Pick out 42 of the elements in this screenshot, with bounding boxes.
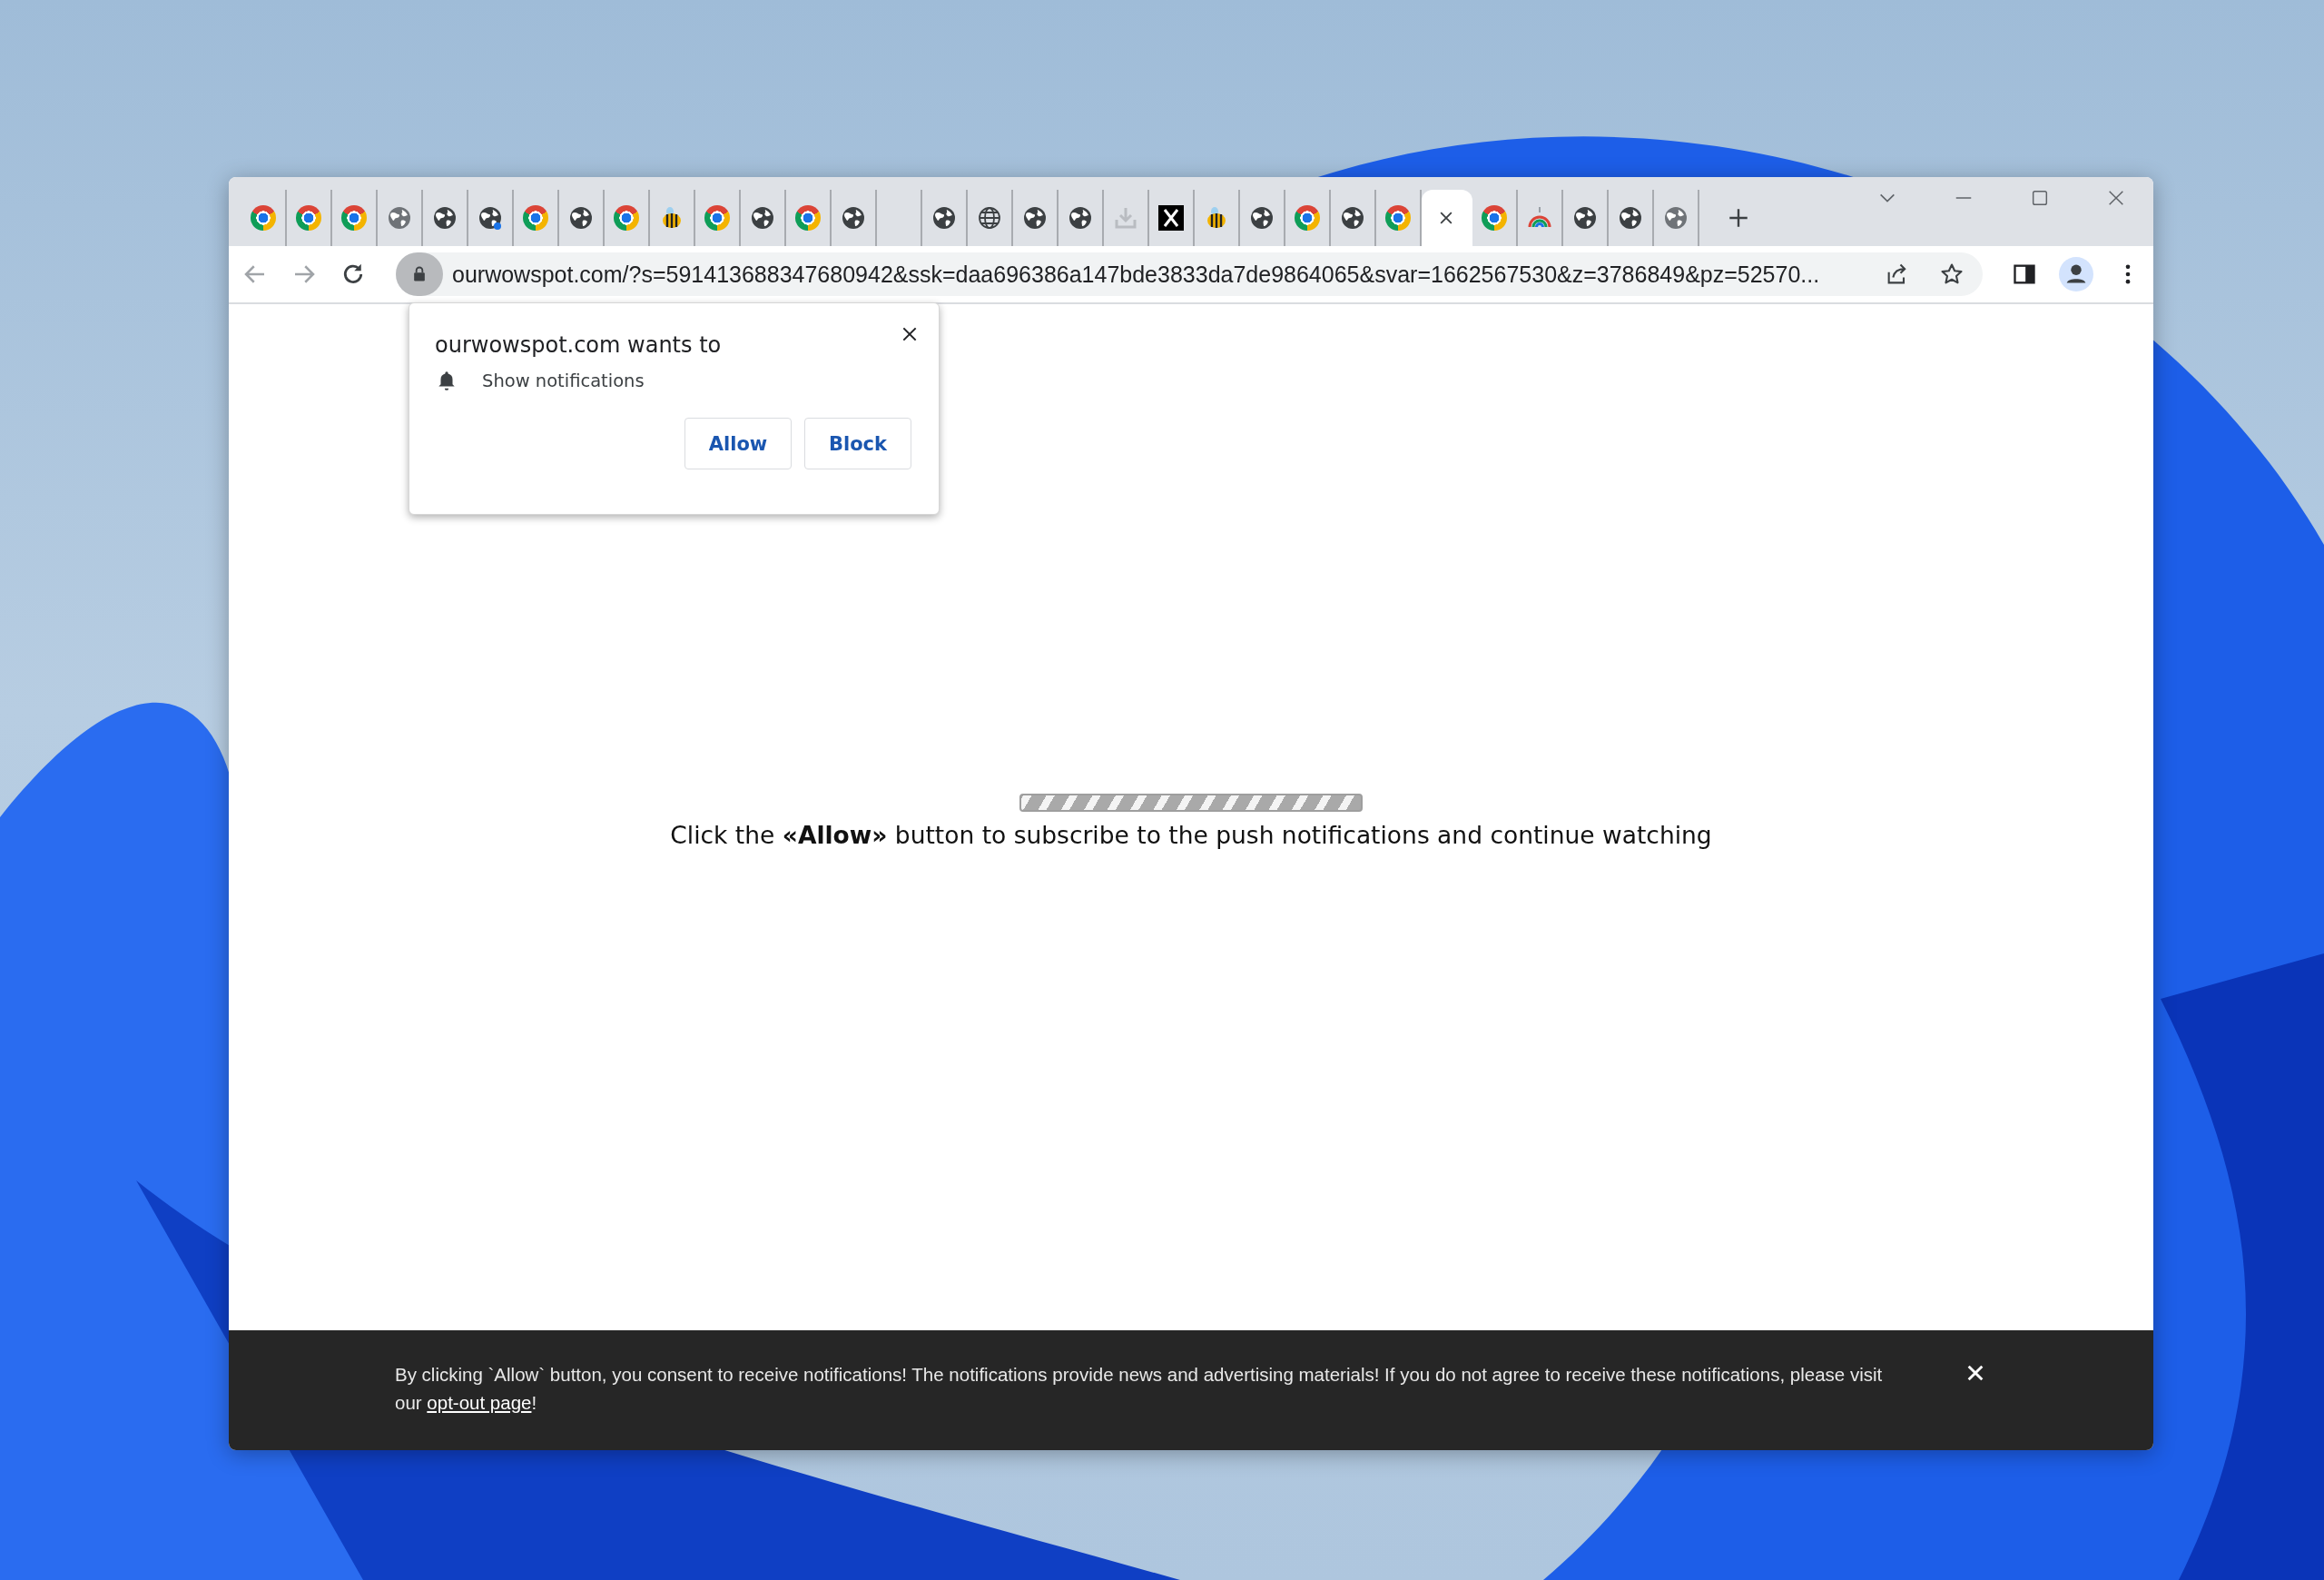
chrome-logo-icon (251, 205, 276, 231)
close-icon[interactable] (1965, 1363, 1985, 1383)
globe-icon (1249, 205, 1275, 231)
globe-icon (478, 205, 503, 231)
globe-icon (1340, 205, 1365, 231)
popup-title: ourwowspot.com wants to (435, 332, 722, 358)
globe-icon (1022, 205, 1048, 231)
globe-icon (1618, 205, 1643, 231)
globe-icon (841, 205, 866, 231)
new-tab-icon[interactable] (1727, 206, 1750, 230)
instruction-text: Click the «Allow» button to subscribe to the push notifications and continue watching (670, 820, 1712, 849)
chrome-logo-icon (1385, 205, 1411, 231)
globe-icon (931, 205, 957, 231)
permission-label: Show notifications (482, 370, 645, 391)
globe-icon (387, 205, 412, 231)
globe-icon (432, 205, 458, 231)
chrome-logo-icon (795, 205, 821, 231)
chrome-logo-icon (614, 205, 639, 231)
globe-icon (750, 205, 775, 231)
address-bar[interactable]: ourwowspot.com/?s=591413688347680942&ssk=daa696386a147bde3833da7de9864065&svar=1662567530&z=3786849&pz=52570... (396, 252, 1983, 296)
block-button[interactable]: Block (804, 418, 911, 469)
lock-icon[interactable] (396, 252, 443, 296)
globe-icon (1572, 205, 1598, 231)
consent-text: By clicking `Allow` button, you consent to receive notifications! The notifications provide news and advertising materials! If you do not agree to receive these notifications, please visit our opt-out page! (395, 1363, 1884, 1415)
allow-button[interactable]: Allow (684, 418, 792, 469)
chrome-logo-icon (1482, 205, 1507, 231)
download-icon (1113, 205, 1138, 231)
chrome-logo-icon (1295, 205, 1320, 231)
chrome-logo-icon (341, 205, 367, 231)
chrome-logo-icon (704, 205, 730, 231)
x-logo-icon (1158, 205, 1184, 231)
opt-out-link[interactable]: opt-out page (427, 1392, 532, 1413)
wireframe-globe-icon (977, 205, 1002, 231)
url-text: ourwowspot.com/?s=591413688347680942&ssk=daa696386a147bde3833da7de9864065&svar=1662567530&z=3786849&pz=52570... (452, 261, 1821, 288)
globe-icon (568, 205, 594, 231)
chrome-logo-icon (523, 205, 548, 231)
maximize-icon[interactable] (2030, 188, 2050, 208)
globe-icon (1663, 205, 1689, 231)
profile-avatar-icon[interactable] (2059, 257, 2093, 291)
close-icon[interactable] (901, 325, 919, 343)
globe-icon (1068, 205, 1093, 231)
chrome-logo-icon (296, 205, 321, 231)
